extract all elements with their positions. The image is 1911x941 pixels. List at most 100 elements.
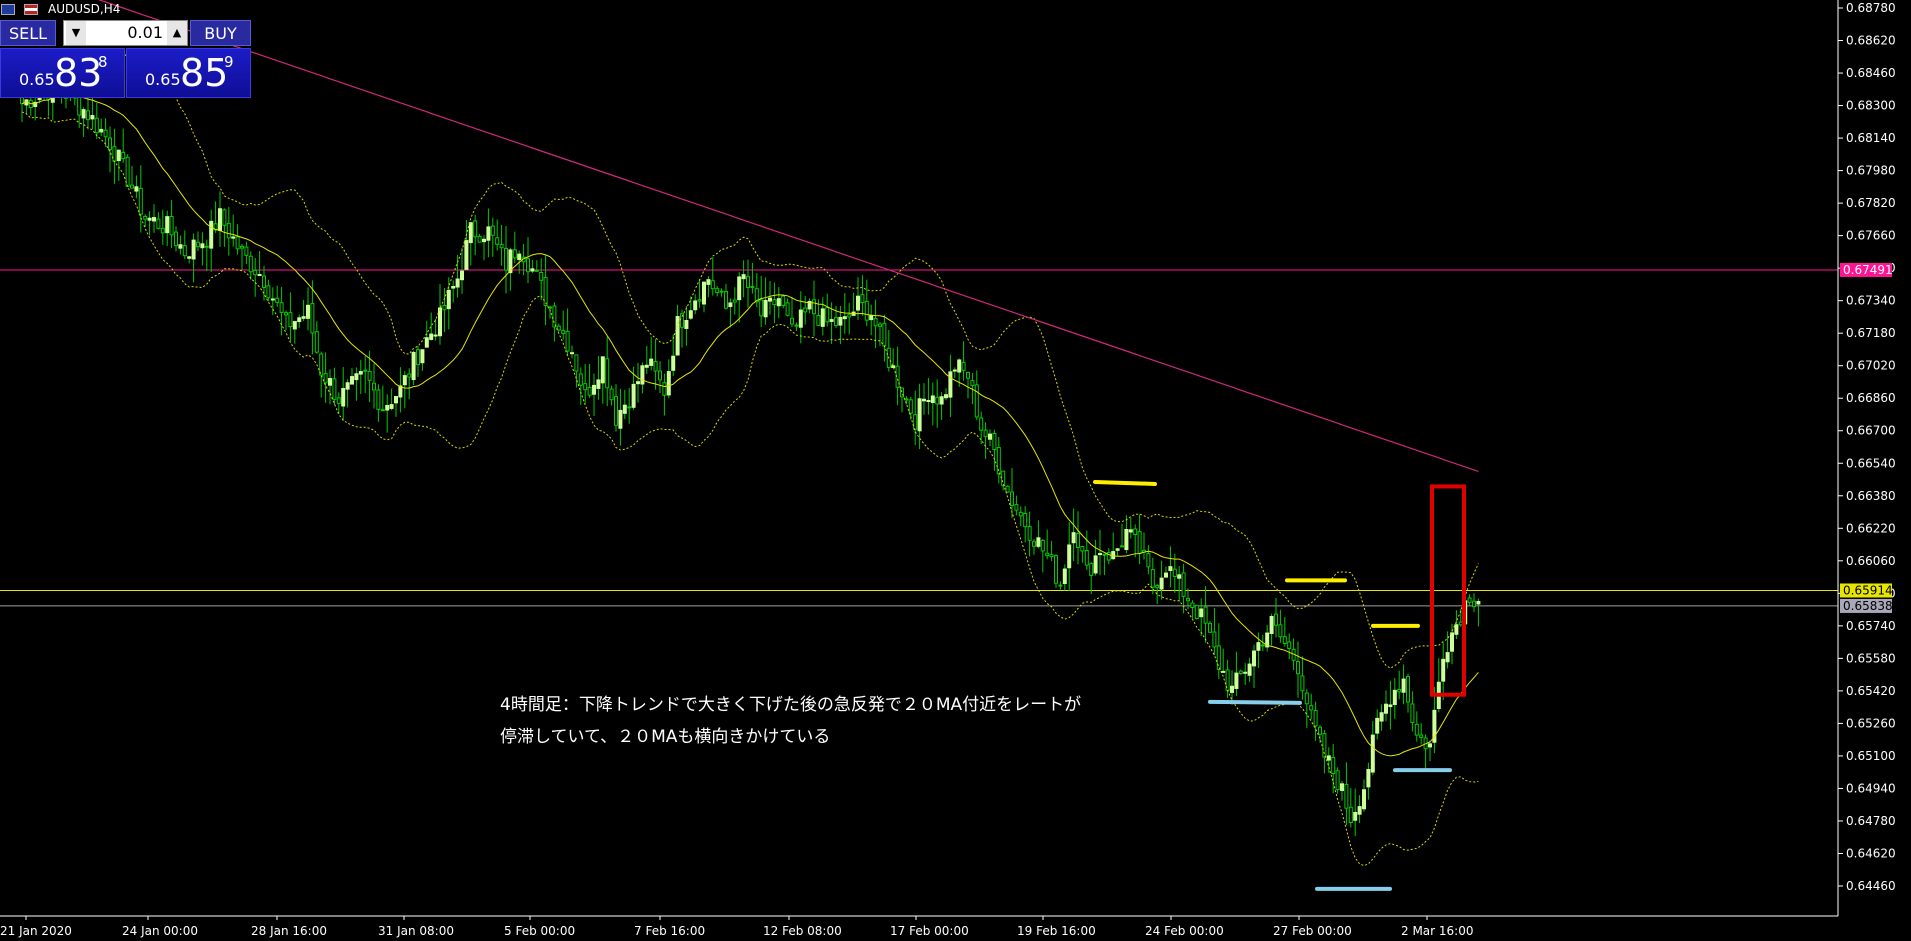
ma20-line bbox=[21, 94, 1479, 757]
candle-body bbox=[908, 399, 913, 414]
candle-body bbox=[1344, 783, 1349, 809]
candle-body bbox=[1419, 734, 1424, 738]
time-tick-label: 24 Feb 00:00 bbox=[1145, 924, 1224, 938]
lot-size-field[interactable]: ▼ 0.01 ▲ bbox=[63, 20, 188, 46]
candle-body bbox=[1058, 584, 1063, 587]
candle-body bbox=[1199, 608, 1204, 618]
candle-body bbox=[847, 314, 852, 318]
candle-body bbox=[724, 291, 728, 309]
price-line-label: 0.65914 bbox=[1843, 583, 1893, 597]
candle-body bbox=[776, 298, 781, 307]
lot-decrease-arrow-icon[interactable]: ▼ bbox=[66, 21, 86, 45]
blue-marker-3 bbox=[1208, 699, 1302, 705]
time-tick-label: 27 Feb 00:00 bbox=[1273, 924, 1352, 938]
sell-price-box[interactable]: 0.65 83 8 bbox=[0, 48, 125, 98]
candle-body bbox=[504, 247, 508, 271]
candle-body bbox=[640, 365, 645, 385]
candle-body bbox=[1476, 600, 1481, 605]
candle-body bbox=[583, 383, 588, 391]
candle-body bbox=[1300, 675, 1305, 692]
buy-price-box[interactable]: 0.65 85 9 bbox=[126, 48, 251, 98]
candle-body bbox=[666, 371, 671, 396]
candle-body bbox=[407, 373, 412, 378]
annotation-line-2: 停滞していて、２０MAも横向きかけている bbox=[500, 727, 831, 747]
price-tick-label: 0.66220 bbox=[1846, 521, 1896, 535]
annotation-line-1: 4時間足：下降トレンドで大きく下げた後の急反発で２０MA付近をレートが bbox=[500, 695, 1082, 715]
candle-body bbox=[785, 302, 790, 316]
symbol-label: AUDUSD,H4 bbox=[48, 2, 121, 16]
candle-body bbox=[939, 396, 944, 405]
candle-body bbox=[618, 409, 623, 429]
candle-body bbox=[904, 398, 909, 401]
candle-body bbox=[961, 362, 966, 371]
candle-body bbox=[1212, 631, 1217, 648]
candle-body bbox=[314, 331, 319, 353]
candle-body bbox=[345, 382, 350, 390]
candle-body bbox=[574, 354, 579, 372]
candle-body bbox=[209, 220, 214, 249]
price-tick-label: 0.67660 bbox=[1846, 229, 1896, 243]
candle-body bbox=[468, 222, 473, 244]
candle-body bbox=[1186, 598, 1190, 602]
candle-body bbox=[1269, 616, 1274, 634]
candle-body bbox=[596, 379, 601, 389]
candle-body bbox=[1093, 555, 1098, 574]
usd-flag-icon bbox=[24, 4, 38, 15]
candle-body bbox=[433, 334, 438, 337]
candle-body bbox=[1282, 636, 1287, 645]
time-tick-label: 2 Mar 16:00 bbox=[1401, 924, 1474, 938]
candle-body bbox=[1331, 757, 1336, 774]
price-line-label: 0.65838 bbox=[1843, 599, 1893, 613]
candle-body bbox=[1014, 504, 1019, 511]
price-chart[interactable]: 0.68780 0.68620 0.68460 0.68300 0.68140 0.679… bbox=[0, 0, 1911, 941]
candle-body bbox=[1392, 689, 1397, 705]
candle-body bbox=[600, 356, 605, 384]
candle-body bbox=[438, 307, 442, 337]
candle-body bbox=[1115, 548, 1120, 551]
candle-body bbox=[1098, 553, 1102, 556]
buy-button[interactable]: BUY bbox=[190, 20, 251, 46]
candle-body bbox=[834, 317, 838, 326]
candle-body bbox=[570, 352, 574, 355]
sell-price-fraction: 8 bbox=[98, 53, 108, 71]
candle-body bbox=[275, 297, 280, 303]
candle-body bbox=[548, 306, 552, 309]
candle-body bbox=[292, 321, 297, 330]
price-tick-label: 0.67340 bbox=[1846, 294, 1896, 308]
candle-body bbox=[1128, 529, 1133, 533]
candle-body bbox=[218, 208, 222, 231]
candle-body bbox=[147, 217, 152, 221]
lot-size-value: 0.01 bbox=[127, 23, 163, 42]
candle-body bbox=[455, 278, 460, 288]
candle-body bbox=[926, 399, 931, 402]
candle-body bbox=[442, 305, 447, 311]
candle-body bbox=[517, 253, 522, 261]
lot-increase-arrow-icon[interactable]: ▲ bbox=[167, 21, 187, 45]
candle-body bbox=[138, 187, 143, 215]
candle-body bbox=[169, 215, 174, 236]
candle-body bbox=[1296, 661, 1300, 675]
sell-button[interactable]: SELL bbox=[0, 20, 56, 46]
candle-body bbox=[882, 322, 887, 347]
candle-body bbox=[411, 351, 416, 381]
candle-body bbox=[952, 369, 957, 372]
candle-body bbox=[231, 236, 236, 239]
candle-body bbox=[160, 227, 165, 234]
price-tick-label: 0.64780 bbox=[1846, 814, 1896, 828]
candle-body bbox=[477, 235, 482, 243]
time-tick-label: 17 Feb 00:00 bbox=[890, 924, 969, 938]
candle-body bbox=[1036, 537, 1041, 547]
candle-body bbox=[376, 389, 381, 410]
candle-body bbox=[653, 361, 658, 372]
candle-body bbox=[864, 300, 869, 321]
candle-body bbox=[99, 128, 104, 133]
candle-body bbox=[627, 406, 632, 409]
candle-body bbox=[130, 184, 134, 189]
candle-body bbox=[1203, 606, 1208, 624]
candle-body bbox=[1304, 692, 1309, 705]
candle-body bbox=[1348, 806, 1353, 824]
candle-body bbox=[416, 349, 420, 366]
candle-body bbox=[1027, 525, 1032, 541]
candle-body bbox=[108, 137, 112, 150]
candle-body bbox=[156, 218, 161, 229]
